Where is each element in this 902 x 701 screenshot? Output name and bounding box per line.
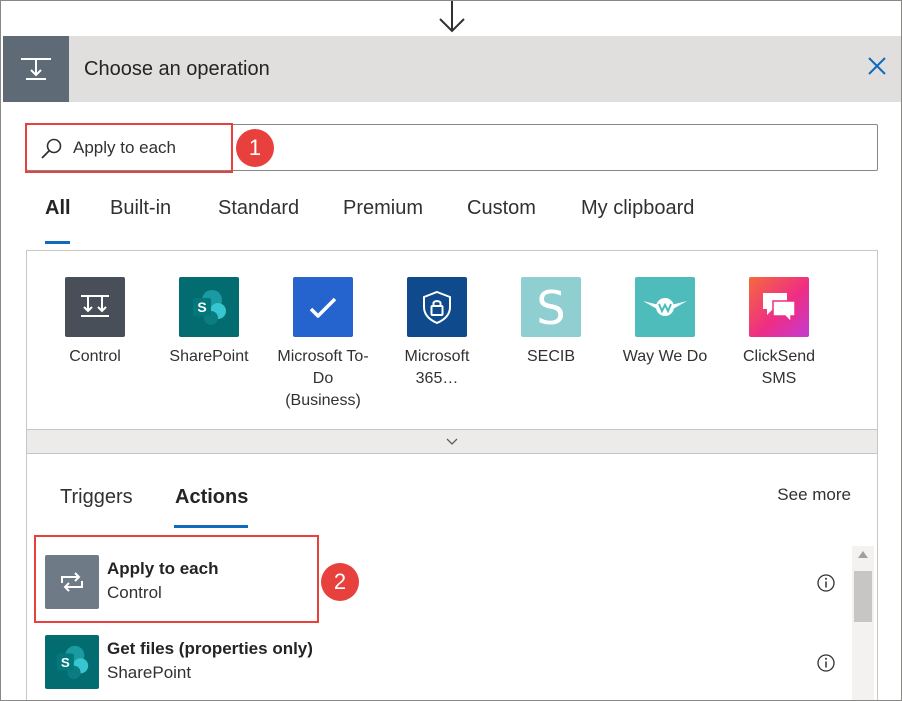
tab-triggers[interactable]: Triggers xyxy=(60,486,133,509)
connector-microsoft-todo[interactable]: Microsoft To-Do (Business) xyxy=(273,277,373,412)
connector-label: Microsoft 365… xyxy=(404,348,470,387)
action-connector: SharePoint xyxy=(107,663,192,682)
info-icon[interactable] xyxy=(816,653,836,673)
operation-dialog: Choose an operation 1 All Built-in Stand… xyxy=(0,0,902,701)
active-subtab-indicator xyxy=(174,525,248,528)
tab-built-in[interactable]: Built-in xyxy=(110,197,171,220)
connector-secib[interactable]: S SECIB xyxy=(501,277,601,368)
connector-label: ClickSend SMS xyxy=(742,348,816,387)
connectors-panel: Control S SharePoint Microsoft To-Do (Bu… xyxy=(26,250,878,429)
connector-label: Control xyxy=(69,348,121,365)
operation-icon xyxy=(3,36,69,102)
connector-control[interactable]: Control xyxy=(45,277,145,368)
connector-label: SharePoint xyxy=(169,348,249,365)
connector-sharepoint[interactable]: S SharePoint xyxy=(159,277,259,368)
flow-down-arrow-icon xyxy=(439,1,465,33)
expand-connectors-button[interactable] xyxy=(26,429,878,454)
scrollbar-thumb[interactable] xyxy=(854,571,872,622)
action-get-files[interactable]: S Get files (properties only) SharePoint xyxy=(45,635,825,691)
active-tab-indicator xyxy=(45,241,70,244)
close-icon[interactable] xyxy=(863,52,891,80)
see-more-link[interactable]: See more xyxy=(777,485,851,505)
tab-standard[interactable]: Standard xyxy=(218,197,299,220)
scroll-up-arrow-icon[interactable] xyxy=(858,551,868,558)
todo-check-icon xyxy=(293,277,353,337)
sharepoint-icon: S xyxy=(45,635,99,689)
connector-label: SECIB xyxy=(526,348,575,365)
connector-label: Microsoft To-Do (Business) xyxy=(277,348,369,409)
annotation-box-1 xyxy=(25,123,233,173)
tab-premium[interactable]: Premium xyxy=(343,197,423,220)
sharepoint-icon: S xyxy=(179,277,239,337)
annotation-step-1: 1 xyxy=(236,129,274,167)
info-icon[interactable] xyxy=(816,573,836,593)
chat-bubbles-icon xyxy=(749,277,809,337)
connector-clicksend-sms[interactable]: ClickSend SMS xyxy=(729,277,829,390)
svg-text:S: S xyxy=(197,299,206,315)
scrollbar[interactable] xyxy=(852,546,874,700)
chevron-down-icon xyxy=(446,438,458,445)
dialog-header: Choose an operation xyxy=(3,36,901,102)
secib-s-icon: S xyxy=(521,277,581,337)
control-icon xyxy=(65,277,125,337)
annotation-box-2 xyxy=(34,535,319,623)
shield-lock-icon xyxy=(407,277,467,337)
waywedo-wings-icon xyxy=(635,277,695,337)
connector-microsoft-365[interactable]: Microsoft 365… xyxy=(387,277,487,390)
svg-text:S: S xyxy=(536,282,565,332)
connector-label: Way We Do xyxy=(622,348,708,365)
connector-way-we-do[interactable]: Way We Do xyxy=(615,277,715,368)
svg-text:S: S xyxy=(61,655,70,670)
tab-all[interactable]: All xyxy=(45,197,71,220)
annotation-step-2: 2 xyxy=(321,563,359,601)
tab-actions[interactable]: Actions xyxy=(175,486,248,509)
action-name: Get files (properties only) xyxy=(107,639,313,658)
dialog-title: Choose an operation xyxy=(84,58,270,80)
tab-my-clipboard[interactable]: My clipboard xyxy=(581,197,694,220)
tab-custom[interactable]: Custom xyxy=(467,197,536,220)
